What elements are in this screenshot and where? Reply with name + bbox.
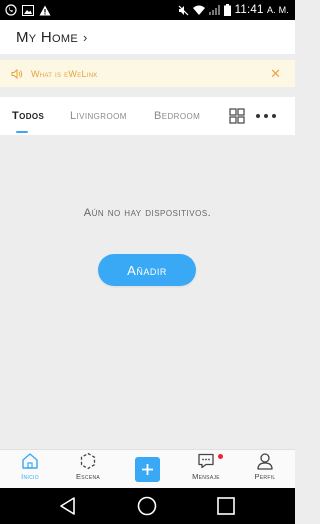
back-icon[interactable] — [58, 496, 78, 516]
nav-label: Escena — [75, 472, 101, 481]
nav-mensaje[interactable]: Mensaje — [181, 452, 231, 488]
home-selector[interactable]: My Home › — [16, 29, 88, 46]
close-icon[interactable]: ✕ — [270, 66, 281, 82]
divider — [0, 87, 295, 97]
signal-icon — [208, 5, 220, 15]
plus-icon — [142, 464, 153, 475]
notification-badge — [218, 454, 223, 459]
chevron-right-icon: › — [83, 29, 88, 45]
room-tabs: Todos Livingroom Bedroom — [0, 97, 295, 135]
wifi-icon — [192, 5, 205, 15]
warning-icon — [39, 5, 51, 15]
recents-icon[interactable] — [216, 496, 236, 516]
add-device-button[interactable]: Añadir — [98, 254, 196, 286]
nav-inicio[interactable]: Inicio — [5, 452, 55, 488]
notice-banner[interactable]: What is eWeLink ✕ — [0, 60, 295, 87]
system-nav-bar — [0, 488, 295, 524]
status-ampm: A. M. — [266, 5, 289, 15]
status-bar: 11:41 A. M. — [0, 0, 295, 20]
nav-perfil[interactable]: Perfil — [240, 452, 290, 488]
more-options-icon[interactable] — [256, 108, 276, 124]
nav-escena[interactable]: Escena — [63, 452, 113, 488]
nav-label: Inicio — [21, 472, 39, 481]
status-right-icons: 11:41 A. M. — [178, 4, 295, 16]
status-time: 11:41 — [234, 4, 264, 16]
app-header: My Home › — [0, 20, 295, 54]
tab-bedroom[interactable]: Bedroom — [154, 97, 200, 135]
whatsapp-icon — [5, 4, 17, 16]
home-icon — [22, 453, 38, 469]
bottom-nav: Inicio Escena Mensaje Perfil — [0, 449, 295, 489]
scene-icon — [80, 452, 96, 470]
nav-label: Perfil — [254, 472, 276, 481]
image-icon — [22, 4, 34, 16]
home-circle-icon[interactable] — [137, 496, 157, 516]
battery-icon — [223, 4, 231, 16]
status-clock: 11:41 A. M. — [235, 4, 289, 16]
message-icon — [198, 453, 214, 469]
page-title: My Home — [16, 28, 78, 46]
tab-livingroom[interactable]: Livingroom — [70, 97, 127, 135]
notice-text[interactable]: What is eWeLink — [31, 69, 98, 79]
empty-state-message: Aún no hay dispositivos. — [83, 207, 212, 219]
status-left-icons — [0, 4, 51, 16]
mute-icon — [178, 5, 189, 15]
grid-view-icon[interactable] — [229, 108, 245, 124]
tab-todos[interactable]: Todos — [12, 97, 44, 135]
speaker-icon — [11, 68, 23, 79]
add-button[interactable] — [135, 457, 160, 482]
nav-label: Mensaje — [192, 472, 220, 481]
profile-icon — [257, 453, 273, 470]
